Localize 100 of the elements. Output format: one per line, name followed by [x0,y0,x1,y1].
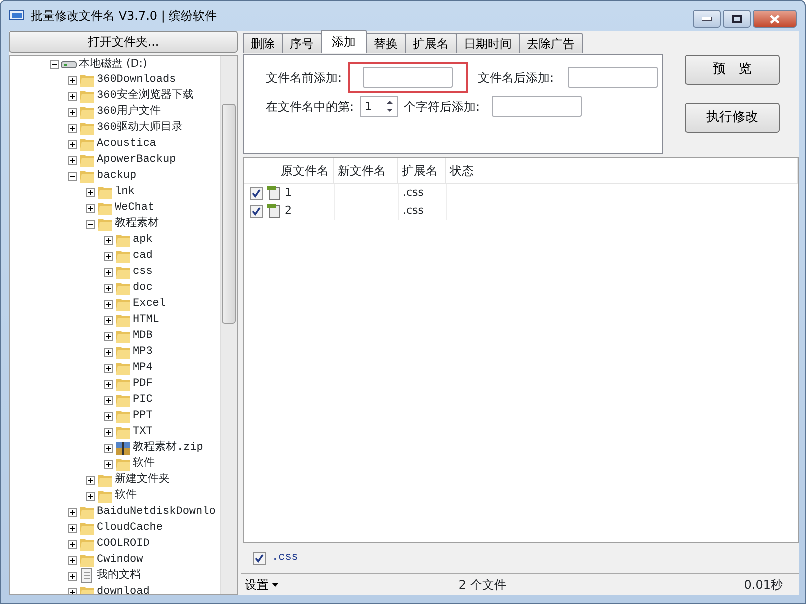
tree-item[interactable]: PDF [133,376,153,392]
expand-toggle[interactable] [104,396,113,404]
expand-toggle[interactable] [68,588,77,594]
tree-item[interactable]: 360驱动大师目录 [97,120,183,136]
tree-item[interactable]: cad [133,248,153,264]
tree-item[interactable]: MDB [133,328,153,344]
folder-icon [79,136,95,152]
expand-toggle[interactable] [104,380,113,388]
tree-item[interactable]: apk [133,232,153,248]
collapse-toggle[interactable] [86,220,95,228]
tree-item[interactable]: 360安全浏览器下载 [97,88,194,104]
tree-item[interactable]: 软件 [115,488,137,504]
expand-toggle[interactable] [68,108,77,116]
expand-toggle[interactable] [86,492,95,500]
tree-item[interactable]: COOLROID [97,536,150,552]
tree-item[interactable]: 教程素材.zip [133,440,204,456]
expand-toggle[interactable] [86,204,95,212]
expand-toggle[interactable] [104,284,113,292]
expand-toggle[interactable] [104,444,113,452]
tree-item[interactable]: 新建文件夹 [115,472,170,488]
prefix-field[interactable] [348,62,468,93]
column-header[interactable]: 原文件名 [244,158,334,183]
action-button[interactable]: 预 览 [685,55,780,85]
checkbox[interactable] [250,186,263,200]
checkbox[interactable] [250,204,263,218]
column-header[interactable]: 新文件名 [334,158,398,183]
tree-item[interactable]: WeChat [115,200,155,216]
tree-item[interactable]: MP3 [133,344,153,360]
expand-toggle[interactable] [104,332,113,340]
collapse-toggle[interactable] [50,60,59,68]
expand-toggle[interactable] [104,348,113,356]
column-header[interactable]: 状态 [446,158,798,183]
tree-item[interactable]: PPT [133,408,153,424]
expand-toggle[interactable] [68,124,77,132]
column-header[interactable]: 扩展名 [398,158,446,183]
tree-item[interactable]: 教程素材 [115,216,159,232]
expand-toggle[interactable] [104,300,113,308]
tab[interactable]: 删除 [243,33,283,53]
checkbox[interactable] [253,552,266,564]
expand-toggle[interactable] [104,412,113,420]
expand-toggle[interactable] [68,572,77,580]
expand-toggle[interactable] [68,540,77,548]
tree-item[interactable]: backup [97,168,137,184]
expand-toggle[interactable] [68,524,77,532]
tree-item[interactable]: CloudCache [97,520,164,536]
tree-item[interactable]: 我的文档 [97,568,141,584]
expand-toggle[interactable] [104,364,113,372]
expand-toggle[interactable] [68,140,77,148]
tree-item[interactable]: lnk [115,184,135,200]
expand-toggle[interactable] [104,316,113,324]
tab[interactable]: 日期时间 [456,33,520,53]
tab[interactable]: 序号 [282,33,322,53]
tree-item[interactable]: doc [133,280,153,296]
maximize-button[interactable] [723,10,751,28]
tree-item[interactable]: TXT [133,424,153,440]
expand-toggle[interactable] [68,92,77,100]
tree-item[interactable]: 360Downloads [97,72,176,88]
tree-item[interactable]: 360用户文件 [97,104,161,120]
folder-icon [115,376,131,392]
tree-item[interactable]: ApowerBackup [97,152,176,168]
folder-icon [115,312,131,328]
tree-item[interactable]: 本地磁盘 (D:) [79,56,148,72]
tree-item[interactable]: download [97,584,150,594]
number-spinner[interactable]: 1 [360,96,398,117]
tree-item[interactable]: Cwindow [97,552,144,568]
field-label: 文件名前添加: [266,70,342,86]
tree-item[interactable]: BaiduNetdiskDownlo [97,504,216,520]
expand-toggle[interactable] [104,460,113,468]
tab[interactable]: 替换 [366,33,406,53]
expand-toggle[interactable] [68,156,77,164]
tree-item[interactable]: Acoustica [97,136,156,152]
tree-item[interactable]: MP4 [133,360,153,376]
tree-item[interactable]: Excel [133,296,166,312]
tree-item[interactable]: css [133,264,153,280]
expand-toggle[interactable] [104,252,113,260]
tree-item[interactable]: 软件 [133,456,155,472]
close-button[interactable] [753,10,797,28]
expand-toggle[interactable] [68,508,77,516]
expand-toggle[interactable] [104,236,113,244]
expand-toggle[interactable] [86,188,95,196]
tree-item[interactable]: HTML [133,312,160,328]
open-folder-button[interactable]: 打开文件夹... [9,31,238,53]
expand-toggle[interactable] [68,556,77,564]
tab[interactable]: 去除广告 [519,33,583,53]
expand-toggle[interactable] [68,76,77,84]
tab[interactable]: 添加 [321,30,367,53]
action-button[interactable]: 执行修改 [685,103,780,133]
settings-menu[interactable]: 设置 [243,576,281,594]
collapse-toggle[interactable] [68,172,77,180]
expand-toggle[interactable] [104,268,113,276]
scrollbar[interactable] [220,56,237,594]
table-cell-text: 2 [285,202,292,219]
tab[interactable]: 扩展名 [405,33,457,53]
tree-item[interactable]: PIC [133,392,153,408]
expand-toggle[interactable] [104,428,113,436]
insert-field[interactable] [492,96,582,117]
suffix-field[interactable] [568,67,658,88]
minimize-icon [702,17,712,21]
minimize-button[interactable] [693,10,721,28]
expand-toggle[interactable] [86,476,95,484]
